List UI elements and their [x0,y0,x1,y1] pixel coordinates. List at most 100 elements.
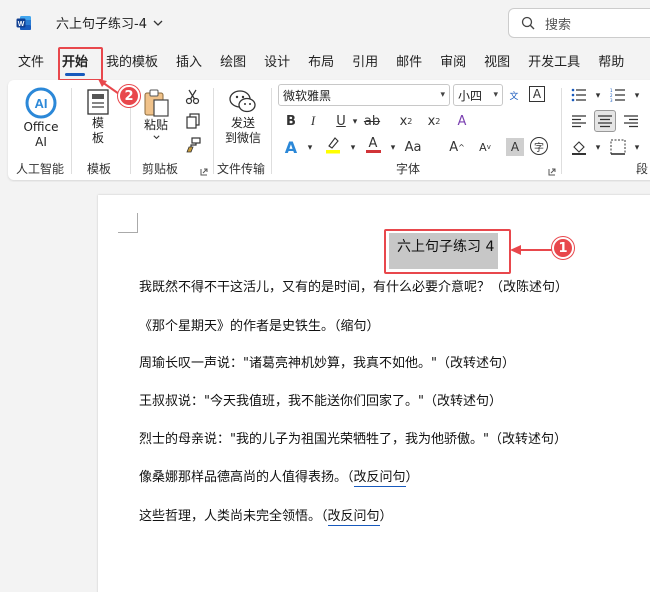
aa-icon[interactable]: Aa [404,138,422,156]
character-border-icon[interactable]: A [529,86,545,102]
send-to-wechat-button[interactable]: 发送 到微信 [220,88,266,146]
align-center-icon[interactable] [594,110,616,132]
chevron-down-icon [153,20,163,26]
paragraph[interactable]: 烈士的母亲说："我的儿子为祖国光荣牺牲了，我为他骄傲。"（改转述句） [139,428,567,447]
character-shading-icon[interactable]: A [506,138,524,156]
tab-references[interactable]: 引用 [343,48,387,78]
chevron-down-icon[interactable]: ▾ [589,139,607,157]
phonetic-guide-icon[interactable]: 文 [505,86,523,104]
callout-badge-2: 2 [118,85,140,107]
chevron-down-icon [152,135,160,140]
tab-view[interactable]: 视图 [475,48,519,78]
font-color-icon[interactable]: A [364,136,382,154]
tab-review[interactable]: 审阅 [431,48,475,78]
grammar-underlined-text[interactable]: 改反问句 [327,509,380,526]
paragraph[interactable]: 像桑娜那样品德高尚的人值得表扬。（改反问句） [139,466,419,487]
paragraph-text: ） [405,470,419,485]
shading-icon[interactable] [570,138,588,156]
paragraph-text: 像桑娜那样品德高尚的人值得表扬。（ [139,470,354,485]
tab-file[interactable]: 文件 [0,48,53,78]
text-effects-icon[interactable]: A [282,138,300,157]
svg-text:3: 3 [610,98,613,102]
paste-label: 粘贴 [143,118,168,132]
tab-layout[interactable]: 布局 [299,48,343,78]
group-label-clipboard: 剪贴板 [142,162,179,176]
ribbon-divider [271,88,272,174]
search-input[interactable]: 搜索 [508,8,650,38]
tab-mailings[interactable]: 邮件 [387,48,431,78]
chevron-down-icon[interactable]: ▾ [344,139,362,157]
tab-developer[interactable]: 开发工具 [519,48,589,78]
search-placeholder: 搜索 [545,17,572,33]
office-ai-icon: AI [25,87,57,119]
title-bar: W 六上句子练习-4 搜索 [0,0,650,46]
paragraph[interactable]: 王叔叔说："今天我值班，我不能送你们回家了。"（改转述句） [139,390,502,409]
font-size-select[interactable]: 小四 ▾ [453,84,503,106]
tab-insert[interactable]: 插入 [167,48,211,78]
bold-icon[interactable]: B [282,112,300,130]
cut-icon[interactable] [184,88,202,106]
dialog-launcher-icon[interactable] [200,168,208,176]
chevron-down-icon[interactable]: ▾ [384,139,402,157]
office-ai-label-2: AI [35,135,47,149]
copy-icon[interactable] [184,112,202,130]
callout-arrow-1 [510,245,552,255]
group-label-template: 模板 [87,162,112,176]
subscript-icon[interactable]: x2 [397,112,415,130]
chevron-down-icon: ▾ [440,90,445,100]
paragraph[interactable]: 我既然不得不干这活儿，又有的是时间，有什么必要介意呢？（改陈述句） [139,276,568,295]
office-ai-label-1: Office [23,120,59,134]
chevron-down-icon[interactable]: ▾ [628,139,646,157]
heading-highlight-box [384,229,511,274]
font-name-select[interactable]: 微软雅黑 ▾ [278,84,450,106]
tab-help[interactable]: 帮助 [589,48,633,78]
paragraph[interactable]: 《那个星期天》的作者是史铁生。（缩句） [139,315,380,334]
group-label-paragraph: 段 [636,162,649,176]
wechat-icon [229,90,256,113]
document-title-text: 六上句子练习-4 [56,17,147,32]
group-label-file-transfer: 文件传输 [217,162,266,176]
tab-my-templates[interactable]: 我的模板 [97,48,167,78]
enclose-characters-icon[interactable]: 字 [530,137,548,155]
shrink-font-icon[interactable]: Av [476,138,494,156]
paragraph[interactable]: 这些哲理，人类尚未完全领悟。（改反问句） [139,505,393,526]
chevron-down-icon[interactable]: ▾ [628,87,646,105]
grammar-underlined-text[interactable]: 改反问句 [353,470,406,487]
group-label-font: 字体 [396,162,421,176]
paste-button[interactable]: 粘贴 [139,88,173,142]
highlight-color-icon[interactable] [324,136,342,154]
italic-icon[interactable]: I [304,112,322,130]
bullets-icon[interactable] [570,86,588,104]
align-right-icon[interactable] [622,112,640,130]
document-title[interactable]: 六上句子练习-4 [56,13,163,32]
svg-text:AI: AI [35,96,48,111]
send-label-2: 到微信 [224,131,261,145]
grow-font-icon[interactable]: A ^ [448,138,466,156]
tab-design[interactable]: 设计 [255,48,299,78]
ribbon-divider [561,88,562,174]
paragraph-text: ） [379,509,393,524]
office-ai-button[interactable]: AI Office AI [22,86,60,150]
word-logo-icon: W [16,16,31,30]
format-painter-icon[interactable] [184,136,202,154]
numbering-icon[interactable]: 123 [609,86,627,104]
tab-draw[interactable]: 绘图 [211,48,255,78]
paragraph[interactable]: 周瑜长叹一声说："诸葛亮神机妙算，我真不如他。"（改转述句） [139,352,515,371]
strikethrough-icon[interactable]: ab [363,112,381,130]
dialog-launcher-icon[interactable] [548,168,556,176]
ribbon-divider [213,88,214,174]
align-left-icon[interactable] [570,112,588,130]
home-tab-highlight-box [58,47,103,81]
callout-badge-1: 1 [552,237,574,259]
send-label-1: 发送 [230,116,255,130]
borders-icon[interactable] [609,138,627,156]
chevron-down-icon[interactable]: ▾ [346,113,364,131]
superscript-icon[interactable]: x2 [425,112,443,130]
clear-formatting-icon[interactable]: A [453,112,471,130]
group-label-ai: 人工智能 [16,162,65,176]
template-label-2: 板 [91,131,104,145]
svg-text:W: W [18,21,25,28]
paragraph-text: 这些哲理，人类尚未完全领悟。（ [139,509,328,524]
chevron-down-icon[interactable]: ▾ [589,87,607,105]
chevron-down-icon[interactable]: ▾ [301,139,319,157]
